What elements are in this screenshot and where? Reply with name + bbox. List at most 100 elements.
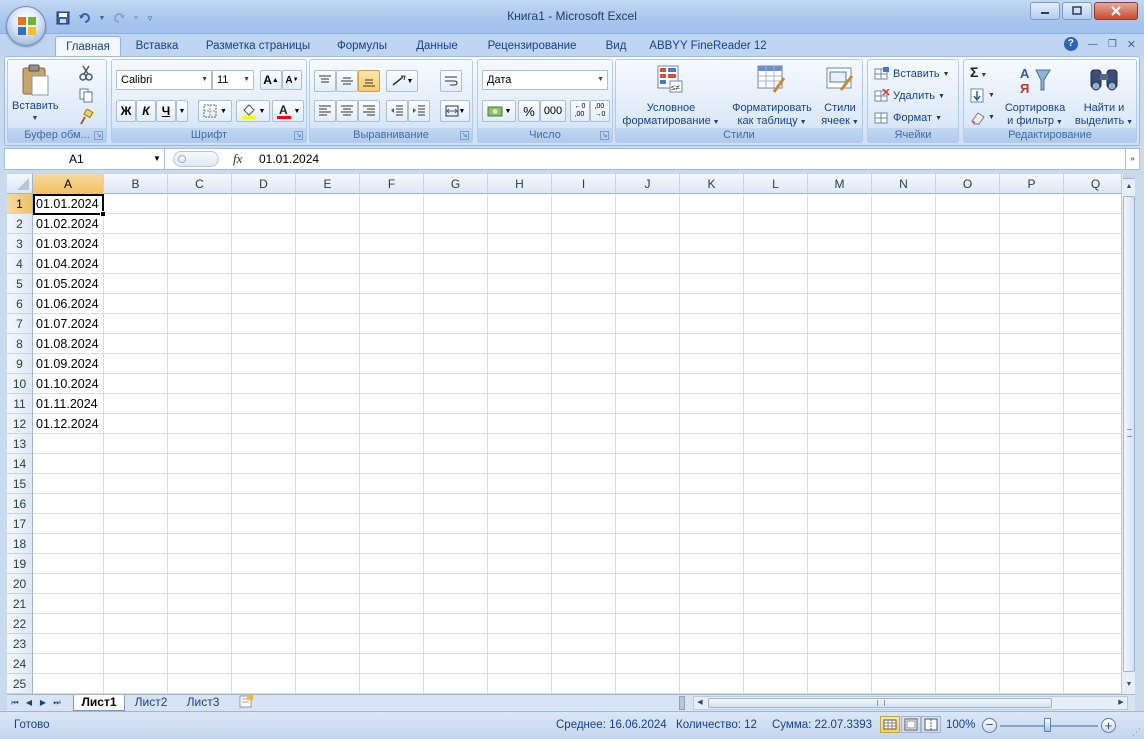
minimize-button[interactable] xyxy=(1030,2,1060,20)
underline-dropdown-icon[interactable]: ▼ xyxy=(176,100,188,122)
cell-a10[interactable]: 01.10.2024 xyxy=(36,374,99,394)
zoom-in-button[interactable]: + xyxy=(1101,718,1116,733)
fill-handle[interactable] xyxy=(100,211,106,217)
column-header-e[interactable]: E xyxy=(296,174,360,194)
insert-function-button[interactable]: fx xyxy=(233,151,242,167)
decrease-indent-button[interactable] xyxy=(386,100,408,122)
column-header-n[interactable]: N xyxy=(872,174,936,194)
comma-style-button[interactable]: 000 xyxy=(540,100,566,122)
cell-a11[interactable]: 01.11.2024 xyxy=(36,394,98,414)
increase-decimal-button[interactable]: ←0,00 xyxy=(570,100,590,122)
tab-formulas[interactable]: Формулы xyxy=(330,36,394,56)
zoom-slider-thumb[interactable] xyxy=(1044,718,1051,732)
column-header-p[interactable]: P xyxy=(1000,174,1064,194)
column-header-j[interactable]: J xyxy=(616,174,680,194)
conditional-formatting-button[interactable]: ≤≠ Условное форматирование ▼ xyxy=(618,62,724,127)
column-header-c[interactable]: C xyxy=(168,174,232,194)
clear-button[interactable]: ▼ xyxy=(970,110,998,128)
office-button[interactable] xyxy=(6,6,46,46)
cells-area[interactable] xyxy=(33,194,1121,694)
column-header-g[interactable]: G xyxy=(424,174,488,194)
column-header-m[interactable]: M xyxy=(808,174,872,194)
grow-font-button[interactable]: A ▲ xyxy=(260,70,282,90)
column-header-o[interactable]: O xyxy=(936,174,1000,194)
align-middle-button[interactable] xyxy=(336,70,358,92)
name-box-dropdown-icon[interactable]: ▼ xyxy=(153,149,161,169)
vertical-scroll-thumb[interactable] xyxy=(1123,196,1135,672)
italic-button[interactable]: К xyxy=(136,100,156,122)
column-header-k[interactable]: K xyxy=(680,174,744,194)
column-header-f[interactable]: F xyxy=(360,174,424,194)
cell-a6[interactable]: 01.06.2024 xyxy=(36,294,99,314)
row-header-22[interactable]: 22 xyxy=(7,614,33,634)
row-header-2[interactable]: 2 xyxy=(7,214,33,234)
row-header-4[interactable]: 4 xyxy=(7,254,33,274)
row-header-9[interactable]: 9 xyxy=(7,354,33,374)
normal-view-button[interactable] xyxy=(880,716,900,733)
row-header-13[interactable]: 13 xyxy=(7,434,33,454)
cell-a8[interactable]: 01.08.2024 xyxy=(36,334,99,354)
split-box-horizontal[interactable] xyxy=(1123,174,1135,179)
font-launcher-icon[interactable]: ↘ xyxy=(294,131,303,140)
cell-a3[interactable]: 01.03.2024 xyxy=(36,234,99,254)
merge-center-button[interactable]: ▼ xyxy=(440,100,470,122)
row-header-1[interactable]: 1 xyxy=(7,194,33,214)
cell-a7[interactable]: 01.07.2024 xyxy=(36,314,99,334)
increase-indent-button[interactable] xyxy=(408,100,430,122)
sheet-tab-3[interactable]: Лист3 xyxy=(179,695,227,711)
row-header-15[interactable]: 15 xyxy=(7,474,33,494)
name-box[interactable]: A1 ▼ xyxy=(5,149,165,169)
horizontal-scrollbar[interactable]: ◀ ▶ xyxy=(693,696,1128,710)
font-color-button[interactable]: A ▼ xyxy=(272,100,304,122)
row-header-17[interactable]: 17 xyxy=(7,514,33,534)
vertical-scrollbar[interactable]: ▲ ▼ xyxy=(1121,174,1135,694)
scroll-right-button[interactable]: ▶ xyxy=(1115,697,1127,709)
page-break-view-button[interactable] xyxy=(921,716,941,733)
font-name-select[interactable]: Calibri ▼ xyxy=(116,70,212,90)
row-header-8[interactable]: 8 xyxy=(7,334,33,354)
shrink-font-button[interactable]: A ▼ xyxy=(282,70,302,90)
autosum-button[interactable]: Σ ▼ xyxy=(970,64,998,82)
maximize-button[interactable] xyxy=(1062,2,1092,20)
column-header-i[interactable]: I xyxy=(552,174,616,194)
ribbon-restore-icon[interactable]: ❐ xyxy=(1108,39,1117,50)
column-header-a[interactable]: A xyxy=(33,174,104,194)
select-all-button[interactable] xyxy=(7,174,33,194)
copy-icon[interactable] xyxy=(78,87,94,103)
fill-color-button[interactable]: ▼ xyxy=(236,100,270,122)
scroll-down-button[interactable]: ▼ xyxy=(1123,678,1135,692)
cell-a9[interactable]: 01.09.2024 xyxy=(36,354,99,374)
tab-view[interactable]: Вид xyxy=(596,36,636,56)
row-header-25[interactable]: 25 xyxy=(7,674,33,694)
font-size-select[interactable]: 11 ▼ xyxy=(212,70,254,90)
cell-a5[interactable]: 01.05.2024 xyxy=(36,274,99,294)
bold-button[interactable]: Ж xyxy=(116,100,136,122)
column-header-q[interactable]: Q xyxy=(1064,174,1121,194)
tab-insert[interactable]: Вставка xyxy=(128,36,186,56)
ribbon-close-icon[interactable]: ✕ xyxy=(1127,38,1136,51)
row-header-16[interactable]: 16 xyxy=(7,494,33,514)
wrap-text-button[interactable] xyxy=(440,70,462,92)
cell-styles-button[interactable]: Стили ячеек ▼ xyxy=(818,62,862,127)
page-layout-view-button[interactable] xyxy=(901,716,921,733)
formula-input[interactable]: 01.01.2024 xyxy=(259,149,319,169)
close-button[interactable] xyxy=(1094,2,1138,20)
scroll-up-button[interactable]: ▲ xyxy=(1123,180,1135,194)
row-header-6[interactable]: 6 xyxy=(7,294,33,314)
zoom-level[interactable]: 100% xyxy=(946,716,975,734)
row-header-5[interactable]: 5 xyxy=(7,274,33,294)
align-right-button[interactable] xyxy=(358,100,380,122)
row-header-10[interactable]: 10 xyxy=(7,374,33,394)
orientation-button[interactable]: ▼ xyxy=(386,70,418,92)
zoom-out-button[interactable]: − xyxy=(982,718,997,733)
last-sheet-button[interactable]: ⏭ xyxy=(51,696,63,710)
ribbon-minimize-icon[interactable]: — xyxy=(1088,39,1098,50)
cell-a12[interactable]: 01.12.2024 xyxy=(36,414,99,434)
formula-bar-resize-handle[interactable] xyxy=(173,151,219,167)
prev-sheet-button[interactable]: ◀ xyxy=(23,696,35,710)
delete-cells-button[interactable]: Удалить ▼ xyxy=(874,87,958,105)
horizontal-scroll-thumb[interactable] xyxy=(708,698,1052,708)
format-as-table-button[interactable]: Форматировать как таблицу ▼ xyxy=(726,62,818,127)
worksheet-grid[interactable]: ABCDEFGHIJKLMNOPQ 1 2 3 4 5 6 7 8 9 10 11 12 13 14 15 1… xyxy=(7,174,1121,694)
row-header-11[interactable]: 11 xyxy=(7,394,33,414)
